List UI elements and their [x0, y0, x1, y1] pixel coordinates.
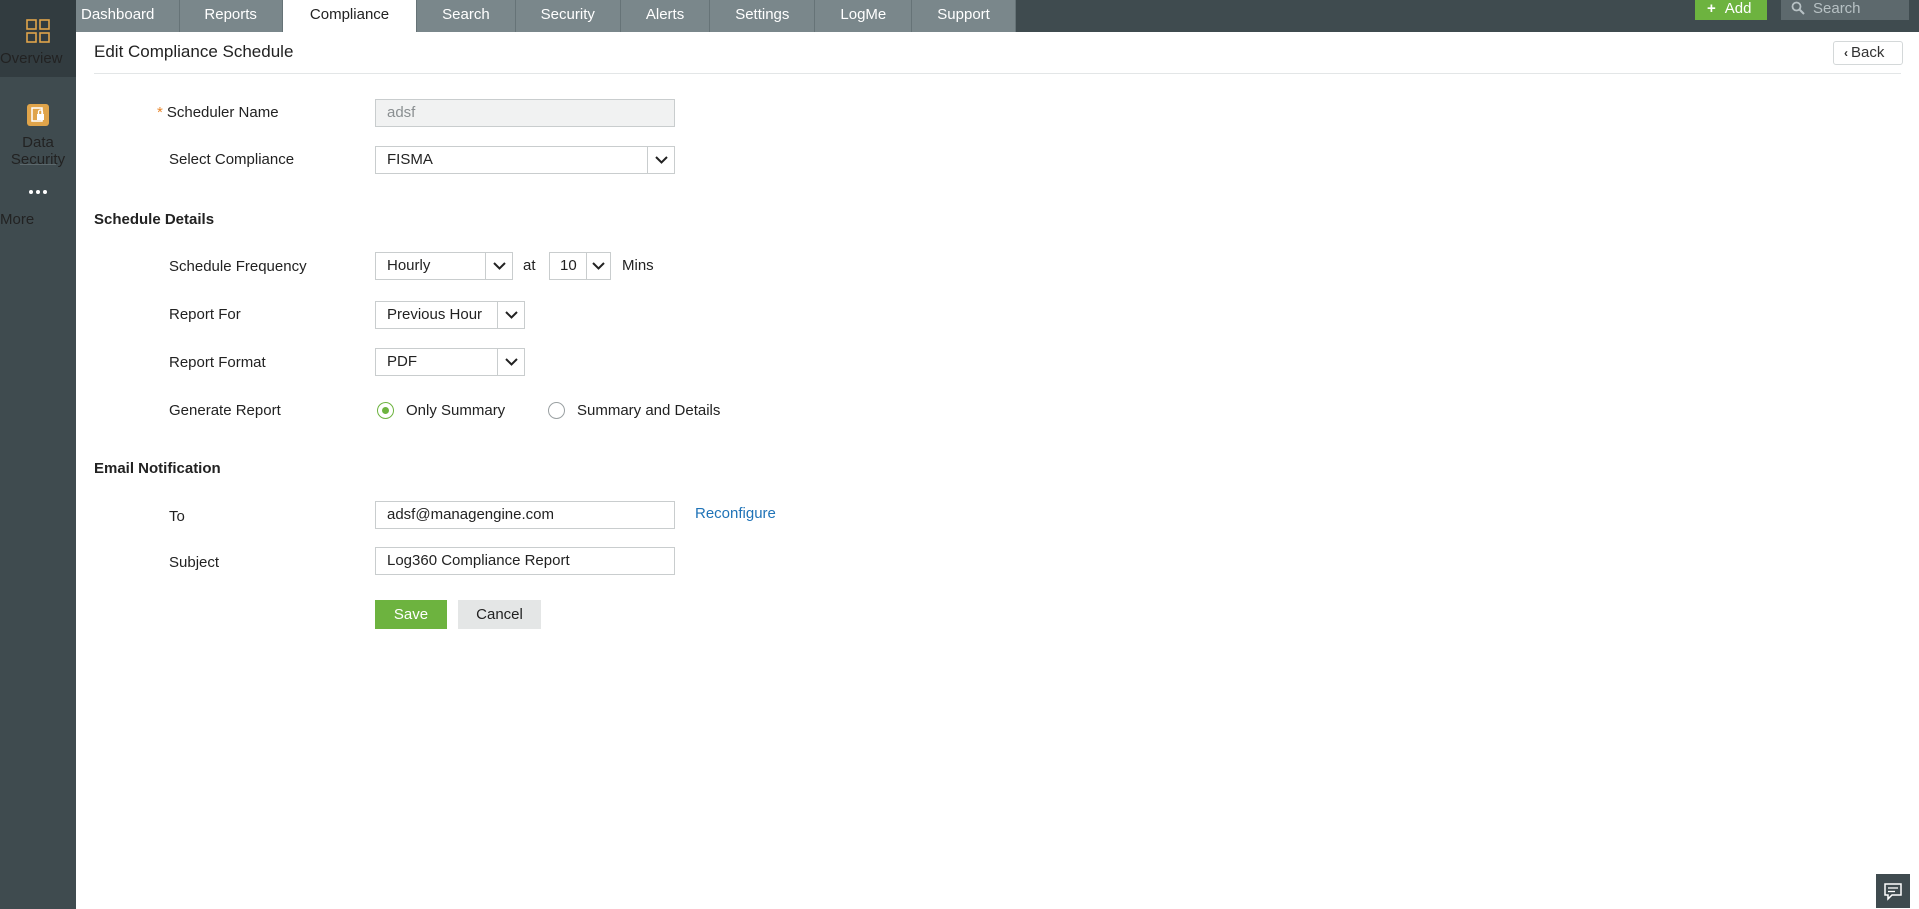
data-security-icon	[27, 104, 49, 126]
radio-summary-and-details[interactable]: Summary and Details	[548, 402, 720, 419]
page-title: Edit Compliance Schedule	[94, 42, 294, 61]
chevron-down-icon	[485, 253, 512, 279]
left-rail: Overview Data Security More	[0, 0, 76, 909]
radio-only-summary[interactable]: Only Summary	[377, 402, 505, 419]
chevron-down-icon	[647, 147, 674, 173]
minute-dropdown[interactable]: 10	[549, 252, 611, 280]
tab-logme[interactable]: LogMe	[815, 0, 913, 32]
email-notification-heading: Email Notification	[94, 460, 221, 477]
back-button[interactable]: ‹ Back	[1833, 41, 1903, 65]
chevron-down-icon	[497, 302, 524, 328]
report-format-dropdown[interactable]: PDF	[375, 348, 525, 376]
at-label: at	[523, 257, 536, 274]
global-search-input[interactable]: Search	[1781, 0, 1909, 20]
select-compliance-dropdown[interactable]: FISMA	[375, 146, 675, 174]
report-for-dropdown[interactable]: Previous Hour	[375, 301, 525, 329]
tab-dashboard[interactable]: Dashboard	[76, 0, 181, 32]
title-divider	[94, 73, 1901, 74]
schedule-frequency-value: Hourly	[387, 257, 431, 274]
cancel-button[interactable]: Cancel	[458, 600, 541, 629]
subject-label: Subject	[169, 554, 220, 571]
radio-only-summary-label: Only Summary	[406, 402, 506, 419]
rail-label-more: More	[0, 211, 35, 228]
rail-item-overview[interactable]: Overview	[0, 0, 76, 77]
chevron-down-icon	[497, 349, 524, 375]
top-navigation-bar: Dashboard Reports Compliance Search Secu…	[76, 0, 1919, 32]
minute-value: 10	[560, 257, 577, 274]
chevron-left-icon: ‹	[1844, 46, 1848, 60]
scheduler-name-label: * Scheduler Name	[157, 104, 279, 121]
add-button[interactable]: + Add	[1695, 0, 1767, 20]
search-icon	[1791, 1, 1805, 15]
to-label: To	[169, 508, 185, 525]
rail-label-overview: Overview	[0, 50, 63, 67]
report-for-value: Previous Hour	[387, 306, 483, 323]
select-compliance-value: FISMA	[387, 151, 433, 168]
report-format-label: Report Format	[169, 354, 266, 371]
save-button[interactable]: Save	[375, 600, 447, 629]
select-compliance-label: Select Compliance	[169, 151, 295, 168]
chevron-down-icon	[586, 253, 610, 279]
radio-summary-and-details-label: Summary and Details	[577, 402, 721, 419]
to-email-field[interactable]: adsf@managengine.com	[375, 501, 675, 529]
scheduler-name-field[interactable]: adsf	[375, 99, 675, 127]
report-for-label: Report For	[169, 306, 241, 323]
generate-report-label: Generate Report	[169, 402, 281, 419]
tab-compliance[interactable]: Compliance	[282, 0, 418, 32]
rail-label-data-security: Data Security	[10, 134, 66, 168]
tab-alerts[interactable]: Alerts	[620, 0, 711, 32]
chat-button[interactable]	[1876, 874, 1910, 908]
mins-label: Mins	[622, 257, 654, 274]
tab-search[interactable]: Search	[417, 0, 516, 32]
chat-icon	[1884, 883, 1902, 901]
subject-field[interactable]: Log360 Compliance Report	[375, 547, 675, 575]
tab-settings[interactable]: Settings	[710, 0, 816, 32]
rail-divider	[20, 164, 56, 165]
schedule-frequency-dropdown[interactable]: Hourly	[375, 252, 513, 280]
add-button-label: Add	[1724, 0, 1752, 17]
radio-selected-icon	[377, 402, 394, 419]
grid-icon	[26, 19, 50, 43]
report-format-value: PDF	[387, 353, 417, 370]
main-tabs: Dashboard Reports Compliance Search Secu…	[76, 0, 1016, 32]
scheduler-name-label-text: Scheduler Name	[166, 104, 279, 121]
rail-item-data-security[interactable]: Data Security	[0, 103, 76, 168]
schedule-frequency-label: Schedule Frequency	[169, 258, 307, 275]
reconfigure-link[interactable]: Reconfigure	[695, 505, 776, 522]
schedule-details-heading: Schedule Details	[94, 211, 215, 228]
radio-unselected-icon	[548, 402, 565, 419]
plus-icon: +	[1707, 0, 1716, 17]
tab-security[interactable]: Security	[515, 0, 621, 32]
search-placeholder: Search	[1813, 0, 1861, 17]
rail-item-more[interactable]: More	[0, 186, 76, 234]
required-asterisk: *	[157, 104, 163, 121]
tab-support[interactable]: Support	[912, 0, 1016, 32]
back-button-label: Back	[1851, 44, 1885, 61]
tab-reports[interactable]: Reports	[180, 0, 283, 32]
more-dots-icon	[29, 190, 47, 194]
